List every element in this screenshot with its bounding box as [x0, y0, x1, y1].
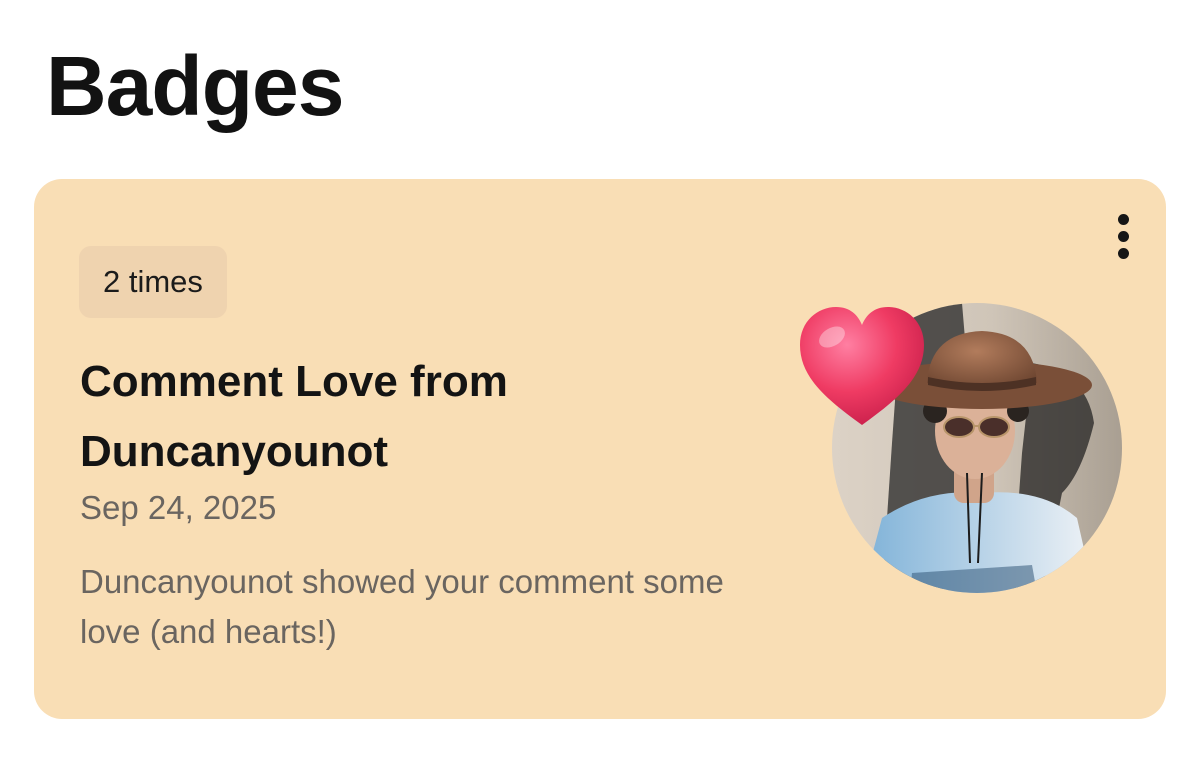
more-vertical-icon [1117, 213, 1129, 259]
badge-title: Comment Love from Duncanyounot [80, 357, 508, 476]
badge-count-pill: 2 times [79, 246, 227, 318]
heart-icon [796, 303, 928, 429]
more-options-button[interactable] [1108, 209, 1138, 263]
badges-page: Badges 2 times Comment Love from Duncany… [0, 0, 1200, 769]
page-title: Badges [46, 39, 344, 133]
badge-description: Duncanyounot showed your comment some lo… [80, 563, 724, 650]
badge-card[interactable]: 2 times Comment Love from Duncanyounot S… [34, 179, 1166, 719]
badge-date: Sep 24, 2025 [80, 489, 277, 526]
